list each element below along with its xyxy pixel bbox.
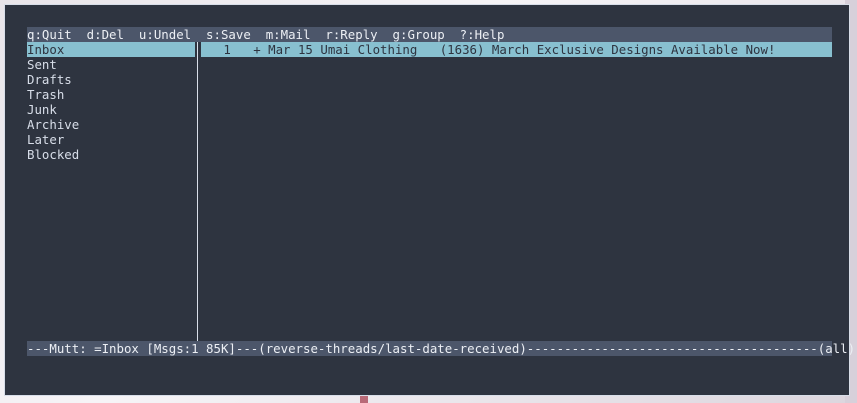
help-bar: q:Quit d:Del u:Undel s:Save m:Mail r:Rep… — [27, 27, 832, 42]
terminal-window[interactable]: q:Quit d:Del u:Undel s:Save m:Mail r:Rep… — [4, 4, 857, 396]
sidebar-divider — [197, 42, 198, 342]
sidebar-item-trash[interactable]: Trash — [27, 87, 195, 102]
sidebar-item-blocked[interactable]: Blocked — [27, 147, 195, 162]
wallpaper-art-accent — [360, 396, 368, 403]
status-bar: ---Mutt: =Inbox [Msgs:1 85K]---(reverse-… — [27, 341, 857, 356]
mailbox-sidebar: Inbox Sent Drafts Trash Junk Archive Lat… — [27, 42, 195, 342]
message-row[interactable]: 1 + Mar 15 Umai Clothing (1636) March Ex… — [201, 42, 832, 57]
sidebar-item-drafts[interactable]: Drafts — [27, 72, 195, 87]
sidebar-item-inbox[interactable]: Inbox — [27, 42, 195, 57]
sidebar-item-sent[interactable]: Sent — [27, 57, 195, 72]
sidebar-item-later[interactable]: Later — [27, 132, 195, 147]
sidebar-item-archive[interactable]: Archive — [27, 117, 195, 132]
sidebar-item-junk[interactable]: Junk — [27, 102, 195, 117]
